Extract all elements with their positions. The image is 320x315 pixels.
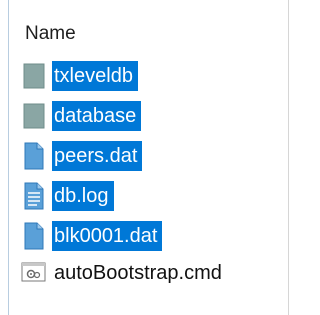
file-name: db.log (52, 181, 114, 211)
file-row-database[interactable]: database (21, 99, 142, 133)
file-row-peers-dat[interactable]: peers.dat (21, 139, 143, 173)
file-row-blk0001-dat[interactable]: blk0001.dat (21, 219, 163, 253)
pane-right-border (288, 0, 289, 315)
column-header-name[interactable]: Name (25, 22, 76, 46)
file-name: txleveldb (52, 61, 138, 91)
cmd-file-icon (21, 258, 47, 288)
pane-left-border (8, 0, 9, 315)
file-row-txleveldb[interactable]: txleveldb (21, 59, 138, 93)
file-name: database (52, 101, 142, 131)
file-row-autobootstrap-cmd[interactable]: autoBootstrap.cmd (21, 256, 227, 290)
text-file-icon (21, 181, 47, 211)
file-name: blk0001.dat (52, 221, 163, 251)
folder-icon (21, 61, 47, 91)
file-icon (21, 141, 47, 171)
file-icon (21, 221, 47, 251)
file-name: autoBootstrap.cmd (54, 262, 222, 284)
folder-icon (21, 101, 47, 131)
file-name: peers.dat (52, 141, 143, 171)
file-row-db-log[interactable]: db.log (21, 179, 114, 213)
